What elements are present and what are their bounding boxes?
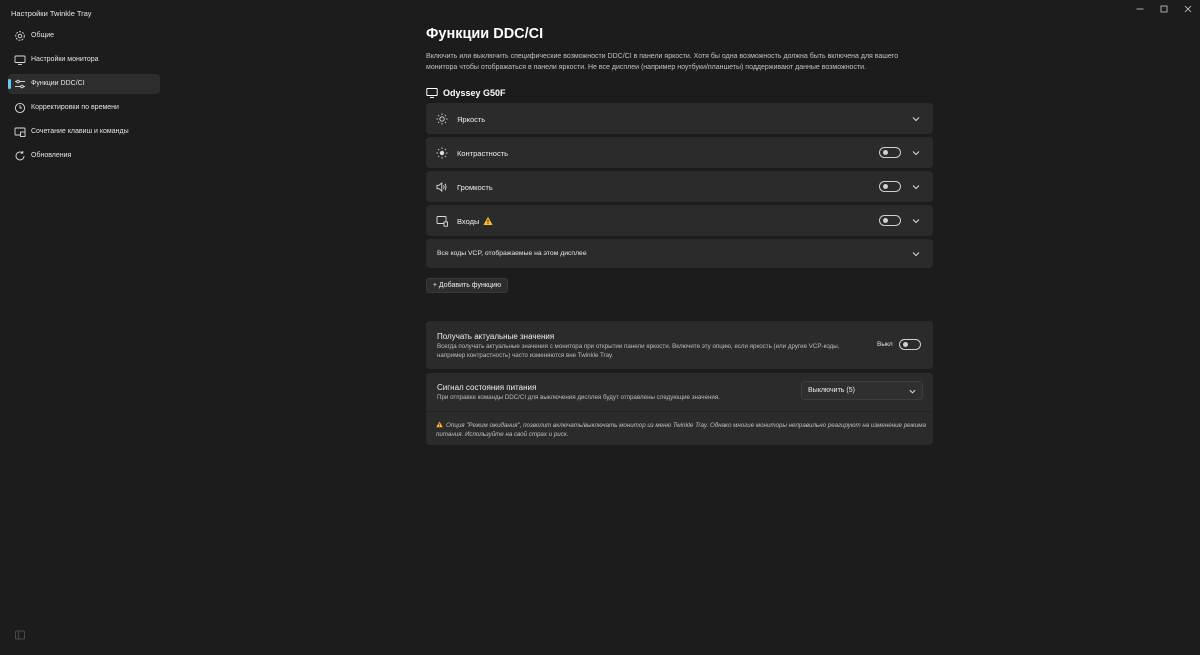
chevron-down-icon[interactable]: [911, 249, 921, 259]
monitor-header: Odyssey G50F: [426, 86, 506, 100]
contrast-toggle[interactable]: [879, 147, 901, 158]
refresh-values-setting: Получать актуальные значения Всегда полу…: [426, 321, 933, 369]
monitor-name: Odyssey G50F: [443, 88, 506, 98]
setting-title: Получать актуальные значения: [437, 332, 555, 341]
feature-label: Громкость: [457, 183, 493, 192]
page-description: Включить или выключить специфические воз…: [426, 53, 899, 71]
refresh-icon: [14, 150, 26, 162]
sidebar-toggle-icon: [15, 630, 25, 640]
warning-icon: [483, 216, 493, 226]
setting-description: Всегда получать актуальные значения с мо…: [437, 343, 840, 359]
feature-label: Входы: [457, 217, 480, 226]
speaker-icon: [436, 181, 448, 193]
volume-toggle[interactable]: [879, 181, 901, 192]
chevron-down-icon[interactable]: [911, 148, 921, 158]
power-warning-note: Опция "Режим ожидания", позволит включат…: [436, 421, 926, 439]
sidebar-item-hotkeys[interactable]: Сочетание клавиш и команды: [8, 122, 160, 142]
monitor-icon: [14, 54, 26, 66]
chevron-down-icon[interactable]: [911, 216, 921, 226]
add-feature-button[interactable]: + Добавить функцию: [426, 278, 508, 293]
toggle-state-label: Выкл: [877, 341, 893, 348]
sidebar-item-label: Функции DDC/CI: [31, 80, 85, 87]
vcp-codes-expander[interactable]: Все коды VCP, отображаемые на этом диспл…: [426, 239, 933, 268]
toggle-knob: [882, 150, 888, 155]
chevron-down-icon[interactable]: [911, 114, 921, 124]
input-icon: [436, 215, 448, 227]
feature-brightness[interactable]: Яркость: [426, 103, 933, 134]
setting-description: При отправке команды DDC/CI для выключен…: [437, 394, 720, 401]
chevron-down-icon: [908, 387, 917, 396]
vcp-codes-label: Все коды VCP, отображаемые на этом диспл…: [437, 250, 587, 257]
toggle-knob: [882, 218, 888, 223]
gear-icon: [14, 30, 26, 42]
page-title: Функции DDC/CI: [426, 26, 544, 42]
sidebar-item-label: Обновления: [31, 152, 72, 159]
sidebar-item-label: Корректировки по времени: [31, 104, 119, 111]
feature-volume[interactable]: Громкость: [426, 171, 933, 202]
chevron-down-icon[interactable]: [911, 182, 921, 192]
active-indicator: [8, 79, 11, 89]
sun-icon: [436, 113, 448, 125]
collapse-pane-button[interactable]: [15, 630, 25, 640]
sidebar-item-updates[interactable]: Обновления: [8, 146, 160, 166]
feature-inputs[interactable]: Входы: [426, 205, 933, 236]
sidebar-item-monitor-settings[interactable]: Настройки монитора: [8, 50, 160, 70]
setting-title: Сигнал состояния питания: [437, 383, 537, 392]
select-value: Выключить (5): [808, 387, 855, 394]
inputs-toggle[interactable]: [879, 215, 901, 226]
maximize-button[interactable]: [1153, 2, 1175, 16]
minimize-icon: [1136, 8, 1144, 10]
refresh-values-toggle[interactable]: [899, 339, 921, 350]
sidebar-item-label: Настройки монитора: [31, 56, 99, 63]
close-icon: [1184, 5, 1192, 13]
divider: [426, 411, 933, 412]
feature-label: Контрастность: [457, 149, 509, 158]
sidebar-item-label: Сочетание клавиш и команды: [31, 128, 129, 135]
contrast-icon: [436, 147, 448, 159]
power-state-select[interactable]: Выключить (5): [801, 381, 923, 400]
close-button[interactable]: [1177, 2, 1199, 16]
keyboard-icon: [14, 126, 26, 138]
clock-icon: [14, 102, 26, 114]
warning-icon: [436, 421, 443, 428]
window-title: Настройки Twinkle Tray: [11, 9, 92, 18]
maximize-icon: [1160, 5, 1168, 13]
title-bar: Настройки Twinkle Tray: [0, 0, 1200, 28]
sidebar-item-label: Общие: [31, 32, 55, 39]
sidebar-item-ddcci[interactable]: Функции DDC/CI: [8, 74, 160, 94]
sidebar-item-time-adjustments[interactable]: Корректировки по времени: [8, 98, 160, 118]
toggle-knob: [882, 184, 888, 189]
monitor-icon: [426, 88, 438, 98]
sidebar-item-general[interactable]: Общие: [8, 26, 160, 46]
warning-text: Опция "Режим ожидания", позволит включат…: [436, 422, 926, 438]
sliders-icon: [14, 78, 26, 90]
toggle-knob: [902, 342, 908, 347]
feature-label: Яркость: [457, 115, 486, 124]
minimize-button[interactable]: [1129, 2, 1151, 16]
feature-contrast[interactable]: Контрастность: [426, 137, 933, 168]
